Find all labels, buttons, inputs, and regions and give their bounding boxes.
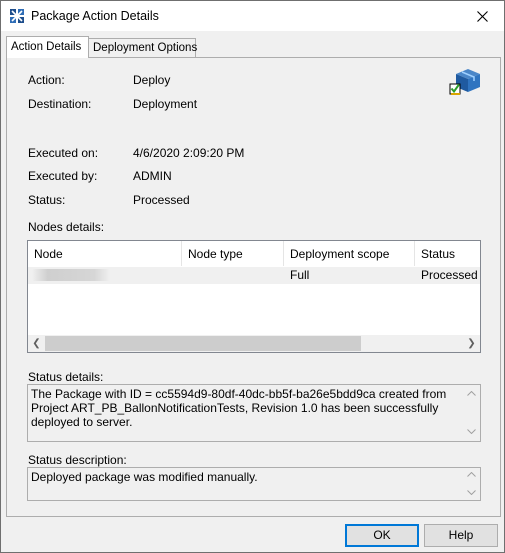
horizontal-scroll-thumb[interactable] — [45, 336, 361, 351]
status-cell: Processed — [421, 268, 478, 282]
column-header-deployment-scope[interactable]: Deployment scope — [284, 241, 415, 266]
title-bar: Package Action Details — [1, 1, 504, 31]
node-cell — [28, 267, 182, 284]
nodes-list-header: Node Node type Deployment scope Status — [28, 241, 480, 266]
vertical-scrollbar[interactable] — [463, 385, 480, 441]
tab-action-details[interactable]: Action Details — [6, 36, 89, 58]
scope-cell: Full — [290, 268, 310, 282]
scroll-right-icon[interactable]: ❯ — [463, 335, 480, 352]
destination-value: Deployment — [133, 97, 198, 111]
column-header-node-type[interactable]: Node type — [182, 241, 284, 266]
status-details-label: Status details: — [28, 370, 104, 384]
status-description-textbox[interactable]: Deployed package was modified manually. — [27, 467, 481, 501]
deploy-package-icon — [449, 69, 480, 95]
tab-deployment-options[interactable]: Deployment Options — [88, 38, 197, 57]
destination-label: Destination: — [28, 97, 92, 111]
column-header-node[interactable]: Node — [28, 241, 182, 266]
ok-button[interactable]: OK — [345, 524, 419, 547]
window-title: Package Action Details — [31, 9, 159, 23]
action-label: Action: — [28, 73, 65, 87]
status-description-text: Deployed package was modified manually. — [31, 470, 258, 484]
status-description-label: Status description: — [28, 453, 127, 467]
scroll-up-icon[interactable] — [463, 385, 480, 402]
nodes-list[interactable]: Node Node type Deployment scope Status F… — [27, 240, 481, 353]
scroll-up-icon[interactable] — [463, 467, 480, 481]
executed-by-label: Executed by: — [28, 169, 98, 183]
package-action-details-window: Package Action Details Action Details De… — [0, 0, 505, 553]
action-value: Deploy — [133, 73, 171, 87]
action-details-panel: Action: Deploy Destination: Deployment E… — [6, 57, 501, 517]
redacted-node-name — [32, 269, 110, 281]
help-button[interactable]: Help — [424, 524, 498, 547]
status-details-text: The Package with ID = cc5594d9-80df-40dc… — [31, 387, 447, 429]
vertical-scrollbar[interactable] — [463, 468, 480, 500]
executed-on-value: 4/6/2020 2:09:20 PM — [133, 146, 245, 160]
table-row[interactable]: Full Processed — [28, 267, 480, 284]
executed-by-value: ADMIN — [133, 169, 172, 183]
status-details-textbox[interactable]: The Package with ID = cc5594d9-80df-40dc… — [27, 384, 481, 442]
scroll-down-icon[interactable] — [463, 423, 480, 440]
nodes-details-label: Nodes details: — [28, 220, 105, 234]
status-label: Status: — [28, 193, 66, 207]
node-type-cell — [182, 267, 284, 284]
horizontal-scrollbar[interactable]: ❮ ❯ — [28, 335, 480, 352]
column-header-status[interactable]: Status — [415, 241, 480, 266]
close-icon — [476, 10, 488, 22]
close-button[interactable] — [460, 1, 504, 31]
package-icon — [10, 9, 24, 23]
status-value: Processed — [133, 193, 190, 207]
scroll-left-icon[interactable]: ❮ — [28, 335, 45, 352]
scroll-down-icon[interactable] — [463, 485, 480, 499]
executed-on-label: Executed on: — [28, 146, 99, 160]
